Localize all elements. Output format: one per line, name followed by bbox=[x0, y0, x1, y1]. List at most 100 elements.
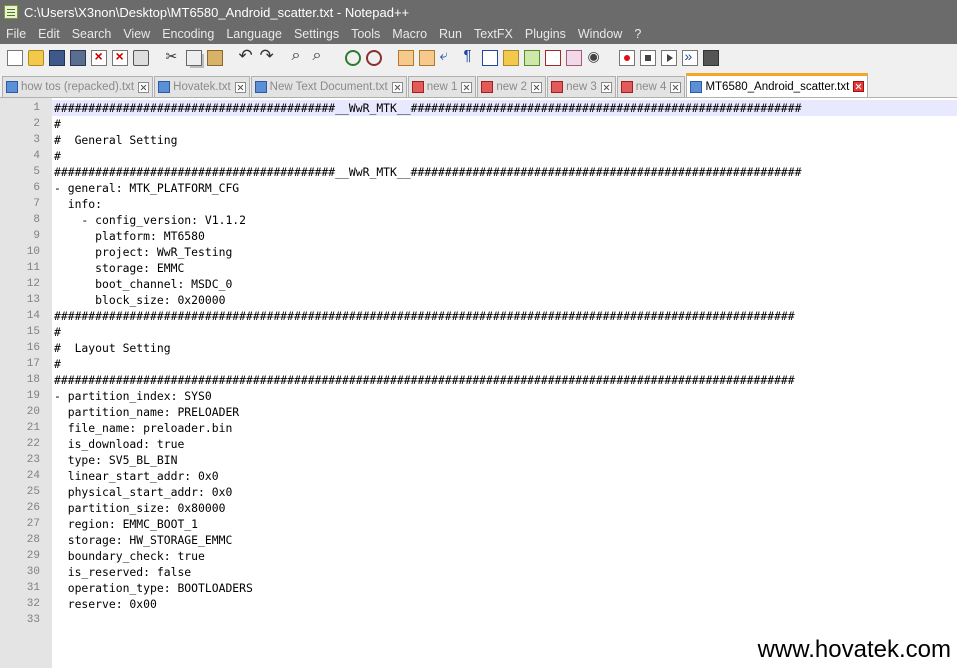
code-line[interactable]: physical_start_addr: 0x0 bbox=[54, 484, 802, 500]
code-line[interactable]: partition_name: PRELOADER bbox=[54, 404, 802, 420]
code-line[interactable]: linear_start_addr: 0x0 bbox=[54, 468, 802, 484]
close-icon[interactable] bbox=[90, 48, 107, 66]
code-line[interactable]: is_reserved: false bbox=[54, 564, 802, 580]
redo-icon[interactable] bbox=[260, 46, 276, 66]
sync-horizontal-icon[interactable] bbox=[418, 50, 435, 66]
code-lines[interactable]: ########################################… bbox=[54, 100, 802, 628]
tab-how-tos-repacked-txt[interactable]: how tos (repacked).txt bbox=[2, 76, 154, 97]
close-all-icon[interactable] bbox=[111, 48, 128, 66]
menu-macro[interactable]: Macro bbox=[386, 27, 433, 41]
tab-close-icon[interactable] bbox=[234, 81, 246, 93]
new-file-icon[interactable] bbox=[6, 50, 23, 66]
open-file-icon[interactable] bbox=[27, 50, 44, 66]
menu-language[interactable]: Language bbox=[220, 27, 288, 41]
tab-new-text-document-txt[interactable]: New Text Document.txt bbox=[250, 76, 407, 97]
code-line[interactable]: # General Setting bbox=[54, 132, 802, 148]
toolbar-separator bbox=[228, 50, 234, 66]
code-line[interactable]: # bbox=[54, 324, 802, 340]
tab-hovatek-txt[interactable]: Hovatek.txt bbox=[154, 76, 250, 97]
menu-textfx[interactable]: TextFX bbox=[468, 27, 519, 41]
menu-help[interactable]: ? bbox=[628, 27, 647, 41]
code-line[interactable]: ########################################… bbox=[54, 372, 802, 388]
menu-search[interactable]: Search bbox=[66, 27, 118, 41]
show-all-chars-icon[interactable] bbox=[461, 47, 477, 66]
code-line[interactable]: ########################################… bbox=[54, 308, 802, 324]
function-list-icon[interactable] bbox=[544, 50, 561, 66]
code-line[interactable]: block_size: 0x20000 bbox=[54, 292, 802, 308]
save-icon[interactable] bbox=[48, 50, 65, 66]
tab-new-1[interactable]: new 1 bbox=[407, 76, 477, 97]
run-macro-multiple-icon[interactable] bbox=[681, 48, 698, 66]
code-line[interactable]: operation_type: BOOTLOADERS bbox=[54, 580, 802, 596]
zoom-out-icon[interactable] bbox=[365, 50, 382, 66]
sync-vertical-icon[interactable] bbox=[397, 50, 414, 66]
line-number: 6 bbox=[33, 182, 40, 194]
menu-encoding[interactable]: Encoding bbox=[156, 27, 220, 41]
code-line[interactable]: ########################################… bbox=[54, 100, 802, 116]
code-line[interactable]: # bbox=[54, 116, 802, 132]
code-line[interactable]: - partition_index: SYS0 bbox=[54, 388, 802, 404]
saved-file-icon bbox=[158, 81, 171, 93]
menu-settings[interactable]: Settings bbox=[288, 27, 345, 41]
document-map-icon[interactable] bbox=[523, 50, 540, 66]
play-macro-icon[interactable] bbox=[660, 50, 677, 66]
menu-edit[interactable]: Edit bbox=[32, 27, 66, 41]
menu-view[interactable]: View bbox=[117, 27, 156, 41]
save-macro-icon[interactable] bbox=[702, 50, 719, 66]
monitoring-icon[interactable] bbox=[587, 48, 603, 66]
code-line[interactable]: file_name: preloader.bin bbox=[54, 420, 802, 436]
cut-icon[interactable] bbox=[165, 48, 181, 66]
code-line[interactable]: # bbox=[54, 356, 802, 372]
tab-close-icon[interactable] bbox=[391, 81, 403, 93]
menu-tools[interactable]: Tools bbox=[345, 27, 386, 41]
undo-icon[interactable] bbox=[239, 46, 255, 66]
tab-close-icon[interactable] bbox=[853, 81, 865, 92]
tab-new-3[interactable]: new 3 bbox=[547, 76, 616, 97]
code-line[interactable]: is_download: true bbox=[54, 436, 802, 452]
print-icon[interactable] bbox=[132, 50, 149, 66]
user-language-icon[interactable] bbox=[502, 50, 519, 66]
stop-macro-icon[interactable] bbox=[639, 50, 656, 66]
zoom-in-icon[interactable] bbox=[344, 50, 361, 66]
code-line[interactable]: - general: MTK_PLATFORM_CFG bbox=[54, 180, 802, 196]
copy-icon[interactable] bbox=[185, 50, 202, 66]
tab-new-2[interactable]: new 2 bbox=[477, 76, 547, 97]
folder-workspace-icon[interactable] bbox=[565, 50, 582, 66]
word-wrap-icon[interactable] bbox=[440, 47, 456, 66]
code-line[interactable]: boot_channel: MSDC_0 bbox=[54, 276, 802, 292]
tab-close-icon[interactable] bbox=[531, 81, 543, 93]
code-line[interactable]: - config_version: V1.1.2 bbox=[54, 212, 802, 228]
code-line[interactable]: reserve: 0x00 bbox=[54, 596, 802, 612]
code-line[interactable]: storage: EMMC bbox=[54, 260, 802, 276]
editor[interactable]: 1 2 3 4 5 6 7 8 9 10 11 12 13 14 15 16 17 18 19 20 21 22 23 24 2… bbox=[0, 98, 957, 668]
code-line[interactable]: region: EMMC_BOOT_1 bbox=[54, 516, 802, 532]
tab-mt6580-android-scatter-txt[interactable]: MT6580_Android_scatter.txt bbox=[686, 73, 869, 97]
code-line[interactable]: # bbox=[54, 148, 802, 164]
tab-close-icon[interactable] bbox=[461, 81, 473, 93]
tab-close-icon[interactable] bbox=[670, 81, 682, 93]
tab-close-icon[interactable] bbox=[138, 81, 150, 93]
code-line[interactable]: info: bbox=[54, 196, 802, 212]
menu-run[interactable]: Run bbox=[433, 27, 468, 41]
code-line[interactable]: partition_size: 0x80000 bbox=[54, 500, 802, 516]
paste-icon[interactable] bbox=[206, 50, 223, 66]
code-line[interactable]: boundary_check: true bbox=[54, 548, 802, 564]
code-line[interactable]: project: WwR_Testing bbox=[54, 244, 802, 260]
menu-plugins[interactable]: Plugins bbox=[519, 27, 572, 41]
record-macro-icon[interactable] bbox=[618, 50, 635, 66]
code-line[interactable]: platform: MT6580 bbox=[54, 228, 802, 244]
find-icon[interactable] bbox=[292, 47, 308, 66]
code-line[interactable]: ########################################… bbox=[54, 164, 802, 180]
code-line[interactable]: type: SV5_BL_BIN bbox=[54, 452, 802, 468]
code-line[interactable] bbox=[54, 612, 802, 628]
tab-new-4[interactable]: new 4 bbox=[616, 76, 686, 97]
save-all-icon[interactable] bbox=[69, 50, 86, 66]
text-area[interactable]: ########################################… bbox=[52, 98, 957, 668]
code-line[interactable]: storage: HW_STORAGE_EMMC bbox=[54, 532, 802, 548]
code-line[interactable]: # Layout Setting bbox=[54, 340, 802, 356]
tab-close-icon[interactable] bbox=[600, 81, 612, 93]
indent-guide-icon[interactable] bbox=[481, 50, 498, 66]
replace-icon[interactable] bbox=[313, 47, 329, 66]
menu-file[interactable]: File bbox=[0, 27, 32, 41]
menu-window[interactable]: Window bbox=[572, 27, 628, 41]
